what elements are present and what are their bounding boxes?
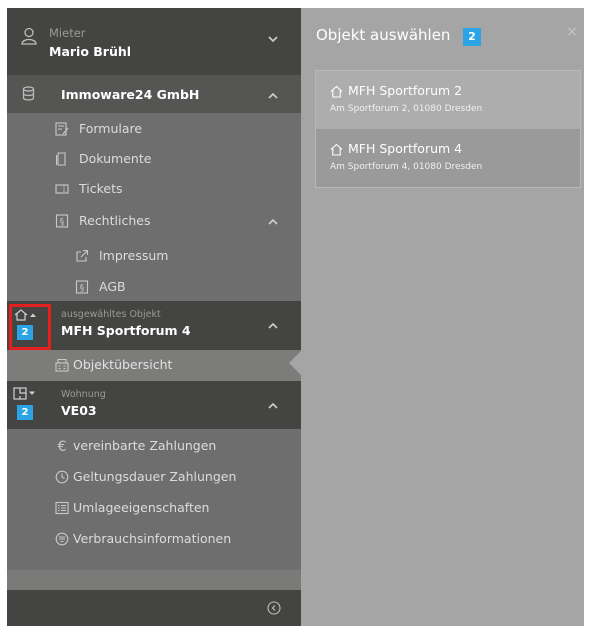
object-option-name: MFH Sportforum 4: [348, 141, 463, 156]
menu-item-rechtliches[interactable]: § Rechtliches: [7, 206, 301, 237]
tenant-label: Mieter: [49, 26, 86, 40]
svg-text:§: §: [60, 218, 65, 228]
chevron-up-icon[interactable]: [267, 216, 279, 228]
menu-item-formulare[interactable]: Formulare: [7, 114, 301, 145]
menu-item-dokumente[interactable]: Dokumente: [7, 144, 301, 175]
chevron-up-icon[interactable]: [267, 400, 279, 412]
company-name: Immoware24 GmbH: [61, 87, 200, 102]
object-option[interactable]: MFH Sportforum 2 Am Sportforum 2, 01080 …: [316, 71, 580, 129]
menu-item-objektuebersicht[interactable]: Objektübersicht: [7, 350, 301, 381]
menu-item-geltungsdauer[interactable]: Geltungsdauer Zahlungen: [7, 462, 301, 493]
apartment-header[interactable]: 2 Wohnung VE03: [7, 381, 301, 429]
database-icon: [22, 86, 35, 101]
external-link-icon: [75, 249, 89, 263]
euro-icon: €: [55, 439, 69, 453]
floorplan-icon[interactable]: [13, 387, 37, 400]
user-icon: [21, 27, 37, 45]
close-icon[interactable]: ×: [566, 24, 578, 40]
object-name: MFH Sportforum 4: [61, 323, 191, 338]
menu-label: AGB: [99, 279, 126, 294]
menu-item-impressum[interactable]: Impressum: [7, 241, 301, 272]
svg-text:§: §: [80, 284, 85, 294]
meter-icon: [55, 532, 69, 546]
object-option-address: Am Sportforum 2, 01080 Dresden: [330, 104, 483, 114]
sidebar: Mieter Mario Brühl Immoware24 GmbH Formu…: [7, 8, 301, 626]
menu-item-zahlungen[interactable]: € vereinbarte Zahlungen: [7, 431, 301, 462]
collapse-sidebar-icon[interactable]: [267, 601, 281, 615]
paragraph-icon: §: [55, 214, 69, 228]
chevron-down-icon[interactable]: [267, 33, 279, 45]
home-icon: [330, 85, 343, 98]
document-icon: [55, 152, 69, 166]
menu-label: Dokumente: [79, 151, 152, 166]
panel-count-badge: 2: [463, 28, 481, 46]
menu-label: Geltungsdauer Zahlungen: [73, 469, 237, 484]
menu-item-agb[interactable]: § AGB: [7, 272, 301, 303]
menu-item-umlage[interactable]: Umlageeigenschaften: [7, 493, 301, 524]
home-icon: [330, 143, 343, 156]
menu-label: Rechtliches: [79, 213, 151, 228]
menu-label: Umlageeigenschaften: [73, 500, 210, 515]
chevron-up-icon[interactable]: [267, 320, 279, 332]
clock-icon: [55, 470, 69, 484]
company-header[interactable]: Immoware24 GmbH: [7, 75, 301, 113]
ticket-icon: [55, 182, 69, 196]
menu-label: vereinbarte Zahlungen: [73, 438, 217, 453]
object-option-name: MFH Sportforum 2: [348, 83, 463, 98]
menu-label: Objektübersicht: [73, 357, 173, 372]
svg-text:€: €: [58, 439, 67, 453]
building-icon: [55, 358, 69, 372]
paragraph-icon: §: [75, 280, 89, 294]
tenant-header[interactable]: Mieter Mario Brühl: [7, 8, 301, 75]
object-label: ausgewähltes Objekt: [61, 309, 161, 320]
object-select-panel: Objekt auswählen 2 × MFH Sportforum 2 Am…: [301, 8, 584, 626]
highlight-box: [9, 304, 51, 350]
menu-label: Tickets: [79, 181, 123, 196]
menu-item-tickets[interactable]: Tickets: [7, 174, 301, 205]
sidebar-footer: [7, 590, 301, 626]
apartment-count-badge: 2: [17, 405, 33, 420]
menu-label: Verbrauchsinformationen: [73, 531, 232, 546]
object-option-address: Am Sportforum 4, 01080 Dresden: [330, 162, 483, 172]
menu-item-verbrauch[interactable]: Verbrauchsinformationen: [7, 524, 301, 555]
app-frame: Mieter Mario Brühl Immoware24 GmbH Formu…: [7, 8, 584, 626]
apartment-name: VE03: [61, 403, 97, 418]
list-icon: [55, 501, 69, 515]
tenant-name: Mario Brühl: [49, 44, 132, 59]
menu-label: Formulare: [79, 121, 143, 136]
chevron-up-icon[interactable]: [267, 90, 279, 102]
object-option-selected[interactable]: MFH Sportforum 4 Am Sportforum 4, 01080 …: [316, 129, 580, 187]
object-list: MFH Sportforum 2 Am Sportforum 2, 01080 …: [315, 70, 581, 188]
object-header[interactable]: 2 ausgewähltes Objekt MFH Sportforum 4: [7, 301, 301, 350]
active-pointer: [289, 351, 301, 375]
menu-label: Impressum: [99, 248, 169, 263]
panel-title: Objekt auswählen: [316, 26, 451, 44]
sidebar-spacer: [7, 570, 301, 590]
apartment-label: Wohnung: [61, 389, 106, 400]
form-icon: [55, 122, 69, 136]
